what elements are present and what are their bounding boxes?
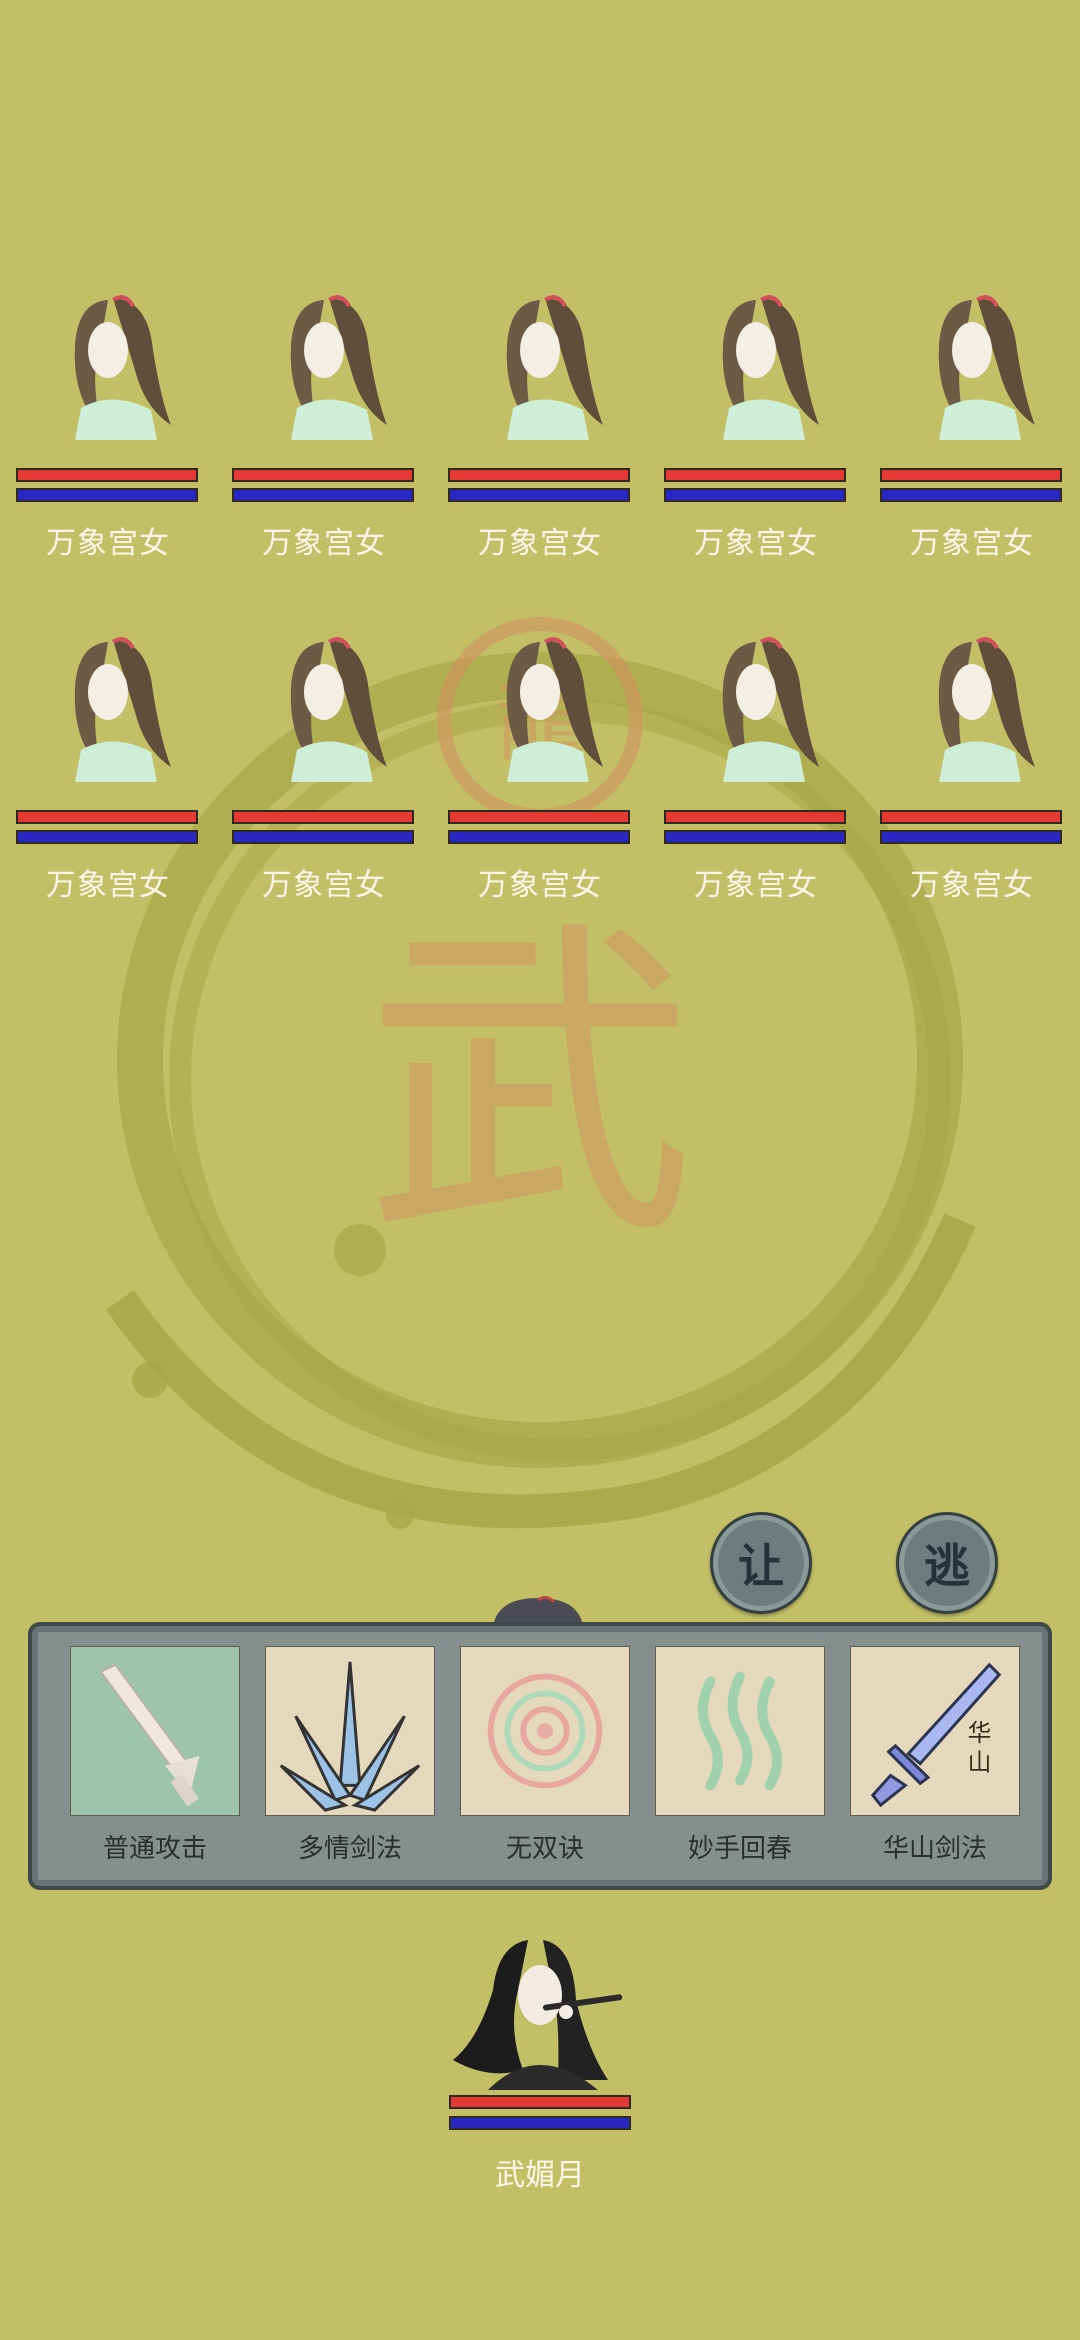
palace-maid-portrait	[290, 637, 387, 782]
enemy-hp-bar	[232, 468, 414, 482]
enemy-name: 万象宫女	[262, 868, 386, 903]
palace-maid-portrait	[506, 637, 603, 782]
enemy-name: 万象宫女	[694, 868, 818, 903]
hp-fill	[450, 470, 628, 480]
mp-fill	[234, 490, 412, 500]
mp-fill	[18, 490, 196, 500]
enemy-hp-bar	[16, 468, 198, 482]
enemy-card[interactable]: 万象宫女	[648, 632, 864, 914]
enemy-mp-bar	[664, 488, 846, 502]
mp-fill	[234, 832, 412, 842]
skill-slot-basic-attack[interactable]: 普通攻击	[70, 1646, 240, 1864]
palace-maid-portrait	[938, 295, 1035, 440]
hp-fill	[882, 812, 1060, 822]
huashan-sword-icon: 华 山	[850, 1646, 1020, 1816]
enemy-card[interactable]: 万象宫女	[864, 632, 1080, 914]
enemy-hp-bar	[232, 810, 414, 824]
hp-fill	[18, 470, 196, 480]
mp-fill	[450, 490, 628, 500]
palace-maid-portrait	[290, 295, 387, 440]
enemy-mp-bar	[232, 488, 414, 502]
enemy-mp-bar	[664, 830, 846, 844]
player-name: 武媚月	[495, 2158, 585, 2193]
mp-fill	[882, 832, 1060, 842]
palace-maid-portrait	[74, 295, 171, 440]
enemy-grid: 万象宫女 万象宫女 万象宫女 万象宫女 万象宫女 万象宫女 万象宫女 万象宫女 …	[0, 290, 1080, 914]
martial-glyph: 武	[365, 894, 695, 1278]
skill-label: 多情剑法	[297, 1834, 402, 1864]
hp-fill	[18, 812, 196, 822]
spiral-icon	[460, 1646, 630, 1816]
palace-maid-portrait	[722, 295, 819, 440]
sword-icon	[70, 1646, 240, 1816]
enemy-mp-bar	[880, 830, 1062, 844]
enemy-card[interactable]: 万象宫女	[864, 290, 1080, 572]
skill-slot-duoqing-sword[interactable]: 多情剑法	[265, 1646, 435, 1864]
hp-fill	[666, 812, 844, 822]
mp-fill	[882, 490, 1060, 500]
player-portrait[interactable]	[448, 1930, 632, 2090]
player-hp-bar	[449, 2095, 631, 2109]
palace-maid-portrait	[722, 637, 819, 782]
enemy-name: 万象宫女	[910, 526, 1034, 561]
hp-fill	[234, 812, 412, 822]
enemy-mp-bar	[448, 830, 630, 844]
enemy-card[interactable]: 万象宫女	[432, 632, 648, 914]
palace-maid-portrait	[938, 637, 1035, 782]
enemy-mp-bar	[448, 488, 630, 502]
enemy-card[interactable]: 万象宫女	[0, 632, 216, 914]
skill-slot-wushuang[interactable]: 无双诀	[460, 1646, 630, 1864]
huashan-icon-glyph-2: 山	[968, 1749, 992, 1777]
enemy-mp-bar	[232, 830, 414, 844]
skill-panel: 普通攻击 多情剑法 无双诀 妙手回春 华 山 华山剑法	[28, 1622, 1052, 1890]
mp-fill	[666, 832, 844, 842]
enemy-name: 万象宫女	[262, 526, 386, 561]
enemy-hp-bar	[16, 810, 198, 824]
enemy-hp-bar	[664, 468, 846, 482]
enemy-card[interactable]: 万象宫女	[216, 632, 432, 914]
hp-fill	[666, 470, 844, 480]
enemy-card[interactable]: 万象宫女	[216, 290, 432, 572]
palace-maid-portrait	[74, 637, 171, 782]
enemy-mp-bar	[16, 488, 198, 502]
skill-label: 无双诀	[505, 1834, 584, 1864]
mp-fill	[18, 832, 196, 842]
hp-fill	[451, 2097, 629, 2107]
player-mp-bar	[449, 2116, 631, 2130]
skill-label: 华山剑法	[882, 1834, 987, 1864]
hp-fill	[234, 470, 412, 480]
skill-slot-miaoshou-huichun[interactable]: 妙手回春	[655, 1646, 825, 1864]
enemy-name: 万象宫女	[478, 868, 602, 903]
enemy-name: 万象宫女	[46, 868, 170, 903]
mp-fill	[666, 490, 844, 500]
enemy-hp-bar	[880, 468, 1062, 482]
skill-label: 普通攻击	[102, 1834, 207, 1864]
enemy-name: 万象宫女	[910, 868, 1034, 903]
skill-label: 妙手回春	[687, 1834, 792, 1864]
hp-fill	[882, 470, 1060, 480]
enemy-hp-bar	[448, 468, 630, 482]
enemy-mp-bar	[16, 830, 198, 844]
enemy-mp-bar	[880, 488, 1062, 502]
mp-fill	[450, 832, 628, 842]
yield-button[interactable]: 让	[710, 1512, 812, 1614]
enemy-hp-bar	[448, 810, 630, 824]
skill-slot-huashan-sword[interactable]: 华 山 华山剑法	[850, 1646, 1020, 1864]
enemy-card[interactable]: 万象宫女	[0, 290, 216, 572]
enemy-hp-bar	[664, 810, 846, 824]
enemy-card[interactable]: 万象宫女	[648, 290, 864, 572]
enemy-name: 万象宫女	[46, 526, 170, 561]
mp-fill	[451, 2118, 629, 2128]
hp-fill	[450, 812, 628, 822]
huashan-icon-glyph-1: 华	[968, 1719, 992, 1747]
flee-button[interactable]: 逃	[896, 1512, 998, 1614]
enemy-card[interactable]: 万象宫女	[432, 290, 648, 572]
healing-waves-icon	[655, 1646, 825, 1816]
enemy-name: 万象宫女	[478, 526, 602, 561]
enemy-hp-bar	[880, 810, 1062, 824]
crystal-blades-icon	[265, 1646, 435, 1816]
palace-maid-portrait	[506, 295, 603, 440]
enemy-name: 万象宫女	[694, 526, 818, 561]
